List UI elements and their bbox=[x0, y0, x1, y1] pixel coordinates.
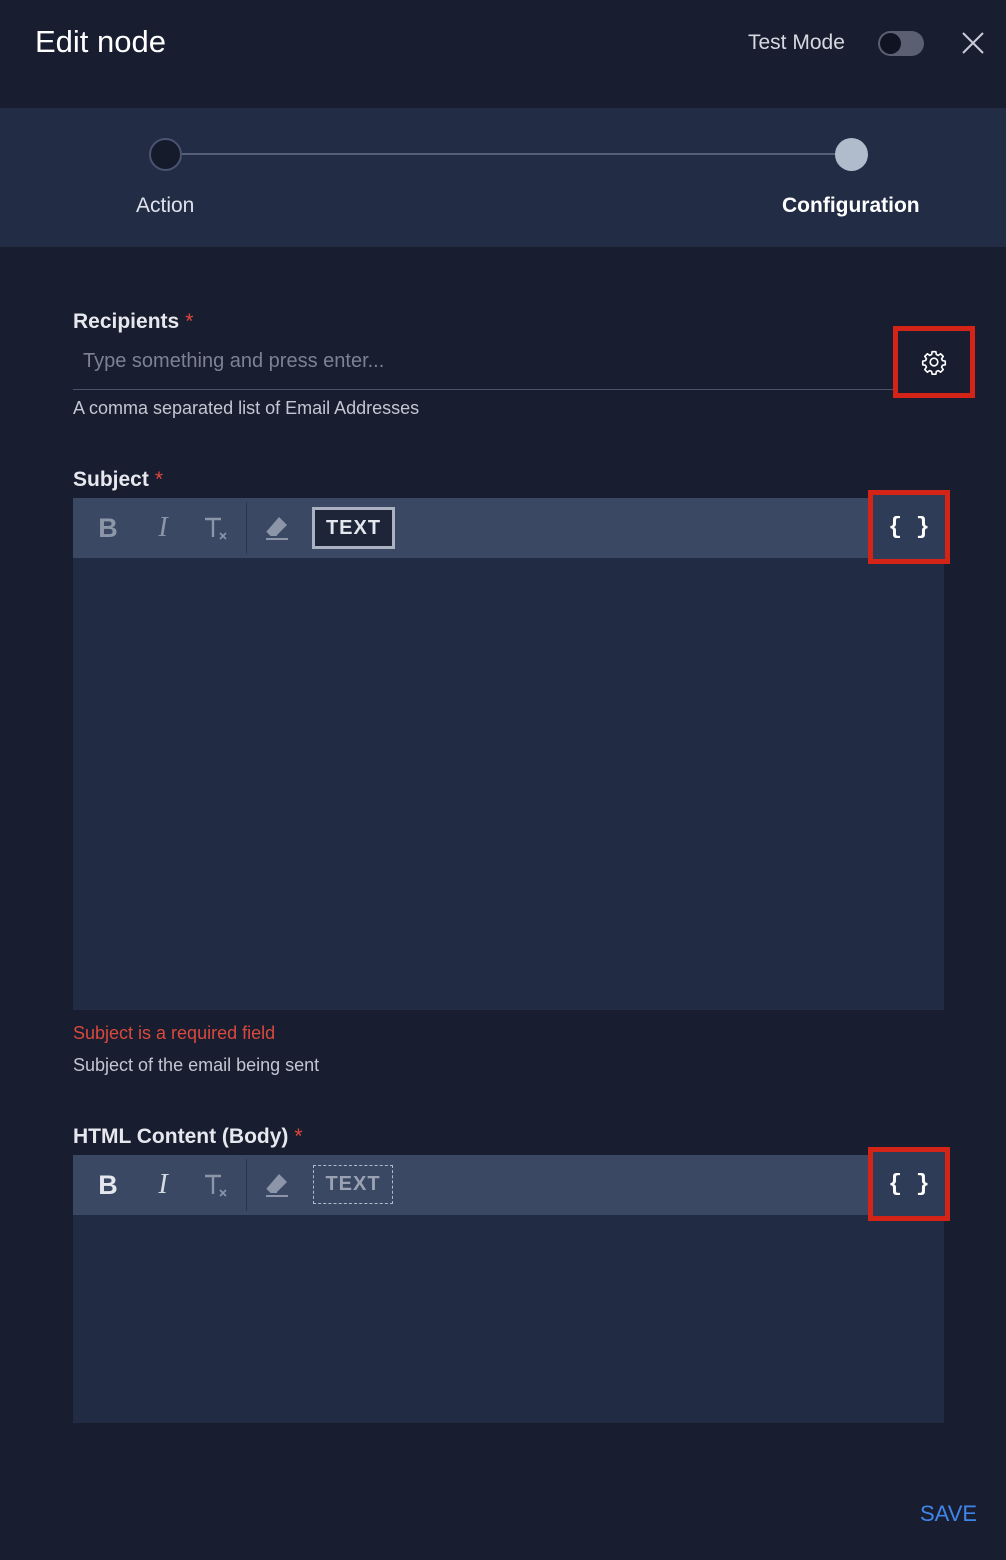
subject-editor: B I TEXT { } bbox=[73, 490, 950, 1010]
body-editor-body[interactable] bbox=[73, 1215, 944, 1423]
toolbar-separator bbox=[246, 502, 247, 554]
recipients-label-text: Recipients bbox=[73, 310, 180, 333]
eraser-button[interactable] bbox=[261, 1167, 293, 1203]
bold-button[interactable]: B bbox=[95, 1167, 121, 1203]
gear-icon bbox=[921, 350, 947, 375]
body-toolbar: B I TEXT { } bbox=[73, 1147, 950, 1221]
text-mode-button[interactable]: TEXT bbox=[313, 1165, 393, 1204]
stepper: Action Configuration bbox=[0, 108, 1006, 247]
clear-format-button[interactable] bbox=[201, 510, 231, 546]
body-editor: B I TEXT { } bbox=[73, 1147, 950, 1423]
modal-header: Edit node Test Mode bbox=[0, 0, 1006, 108]
test-mode-label: Test Mode bbox=[748, 31, 845, 54]
modal-title: Edit node bbox=[35, 24, 166, 59]
step-label-action[interactable]: Action bbox=[136, 194, 194, 218]
bold-button[interactable]: B bbox=[95, 510, 121, 546]
toolbar-separator bbox=[246, 1159, 247, 1211]
subject-toolbar: B I TEXT { } bbox=[73, 490, 950, 564]
clear-format-icon bbox=[205, 1174, 227, 1197]
italic-button[interactable]: I bbox=[151, 1167, 175, 1203]
recipients-input[interactable] bbox=[73, 334, 893, 389]
eraser-icon bbox=[266, 1174, 288, 1197]
recipients-label: Recipients * bbox=[73, 310, 193, 334]
body-label-text: HTML Content (Body) bbox=[73, 1125, 289, 1148]
body-label: HTML Content (Body) * bbox=[73, 1125, 303, 1149]
subject-label: Subject * bbox=[73, 468, 163, 492]
clear-format-button[interactable] bbox=[201, 1167, 231, 1203]
step-label-configuration[interactable]: Configuration bbox=[782, 194, 920, 218]
save-button[interactable]: SAVE bbox=[920, 1501, 977, 1527]
italic-button[interactable]: I bbox=[151, 510, 175, 546]
close-icon[interactable] bbox=[958, 28, 988, 58]
subject-error: Subject is a required field bbox=[73, 1023, 276, 1043]
test-mode-toggle[interactable] bbox=[878, 31, 924, 56]
recipients-field[interactable] bbox=[73, 334, 893, 390]
text-mode-button[interactable]: TEXT bbox=[312, 507, 395, 549]
recipients-settings-button[interactable] bbox=[893, 326, 975, 398]
subject-label-text: Subject bbox=[73, 468, 149, 491]
stepper-line bbox=[182, 153, 836, 155]
body-variables-button[interactable]: { } bbox=[868, 1147, 950, 1221]
required-mark: * bbox=[154, 468, 164, 491]
subject-variables-button[interactable]: { } bbox=[868, 490, 950, 564]
required-mark: * bbox=[294, 1125, 303, 1148]
clear-format-icon bbox=[205, 517, 227, 540]
subject-help: Subject of the email being sent bbox=[73, 1055, 320, 1075]
recipients-help: A comma separated list of Email Addresse… bbox=[73, 398, 420, 418]
toggle-knob bbox=[880, 33, 901, 54]
eraser-button[interactable] bbox=[261, 510, 293, 546]
required-mark: * bbox=[185, 310, 194, 333]
subject-editor-body[interactable] bbox=[73, 558, 944, 1010]
step-dot-action[interactable] bbox=[149, 138, 182, 171]
step-dot-configuration[interactable] bbox=[835, 138, 868, 171]
eraser-icon bbox=[266, 517, 288, 540]
